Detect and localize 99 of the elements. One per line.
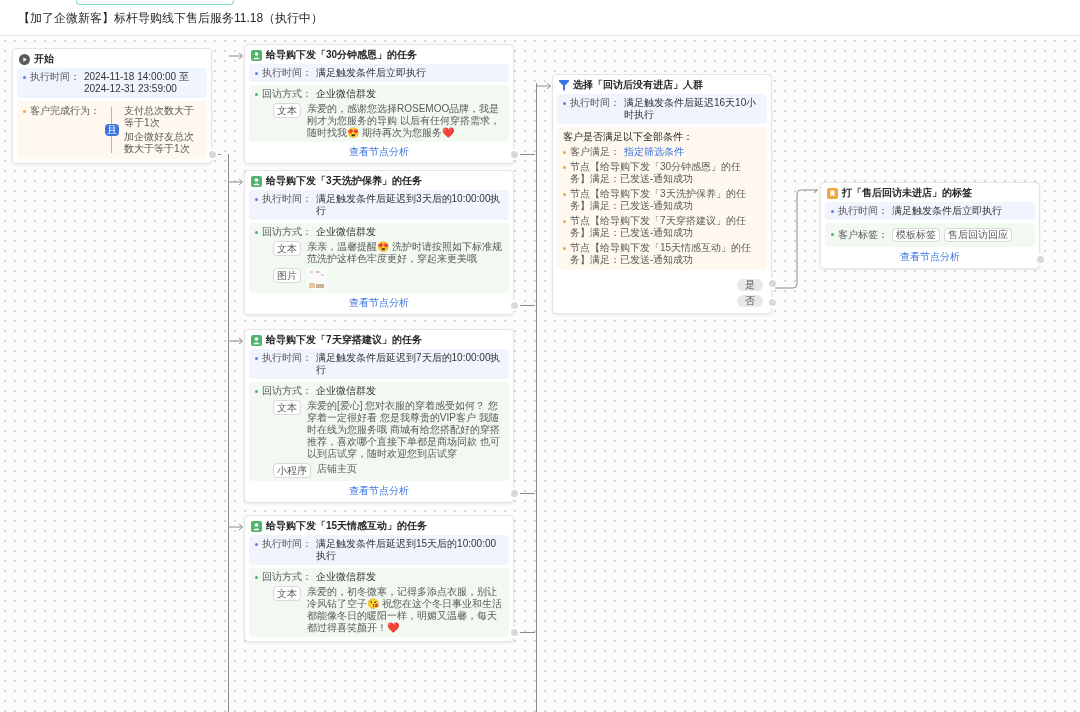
content-type-tag: 文本 [273, 103, 301, 118]
output-port[interactable] [509, 149, 520, 160]
person-icon [251, 334, 262, 346]
node-analysis-link[interactable]: 查看节点分析 [900, 250, 960, 264]
condition-text: 支付总次数大于等于1次 [124, 105, 195, 129]
field-value: 满足触发条件后立即执行 [316, 67, 426, 79]
message-text: 店铺主页 [317, 463, 357, 476]
customer-tag: 售后回访回应 [944, 228, 1012, 242]
output-port[interactable] [767, 297, 778, 308]
bullet-icon [563, 247, 566, 250]
person-icon [251, 175, 262, 187]
field-label: 执行时间： [570, 97, 620, 110]
node-title: 给导购下发「3天洗护保养」的任务 [266, 175, 422, 187]
node-title: 选择「回访后没有进店」人群 [573, 79, 703, 91]
condition-text: 加企微好友总次数大于等于1次 [124, 131, 195, 155]
bullet-icon [255, 390, 258, 393]
field-label: 回访方式： [262, 571, 312, 583]
field-value: 满足触发条件后延迟到3天后的10:00:00执行 [316, 193, 502, 217]
node-title: 打「售后回访未进店」的标签 [842, 187, 972, 199]
connector-arrow [537, 82, 552, 90]
bullet-icon [255, 357, 258, 360]
branch-pill[interactable]: 否 [737, 295, 763, 307]
content-type-tag: 文本 [273, 241, 301, 256]
field-value: 企业微信群发 [316, 88, 376, 100]
branch-pill[interactable]: 是 [737, 279, 763, 291]
field-label: 回访方式： [262, 226, 312, 238]
field-value: 满足触发条件后延迟到15天后的10:00:00执行 [316, 538, 498, 562]
content-type-tag: 文本 [273, 400, 301, 415]
node-analysis-link[interactable]: 查看节点分析 [349, 145, 409, 159]
output-port[interactable] [207, 149, 218, 160]
field-value: 满足触发条件后延迟16天10小时执行 [624, 97, 758, 121]
connector-arrow [229, 523, 244, 531]
bullet-icon [23, 110, 26, 113]
bullet-icon [255, 72, 258, 75]
output-port[interactable] [767, 278, 778, 289]
field-label: 执行时间： [262, 352, 312, 365]
output-port[interactable] [509, 627, 520, 638]
message-text: 亲爱的，感谢您选择ROSEMOO品牌，我是刚才为您服务的导购 以后有任何穿搭需求，随时找我😍 期待再次为您服务❤ [307, 103, 501, 139]
output-port[interactable] [509, 488, 520, 499]
page-title: 【加了企微新客】标杆导购线下售后服务11.18（执行中） [18, 11, 324, 24]
person-icon [251, 49, 262, 61]
node-title: 给导购下发「30分钟感恩」的任务 [266, 49, 418, 61]
play-icon [19, 53, 30, 65]
message-text: 亲爱的[爱心] 您对衣服的穿着感受如何？ 您穿着一定很好看 您是我尊贵的VIP客户 我随时在线为您服务哦 商城有给您搭配好的穿搭推荐，喜欢哪个直接下单都是商场同款 也可以到店试穿，随时欢迎您到店试穿 [307, 400, 501, 460]
node-title: 开始 [34, 53, 54, 65]
bullet-icon [563, 220, 566, 223]
field-label: 客户标签： [838, 229, 888, 241]
bullet-icon [255, 93, 258, 96]
person-icon [251, 520, 262, 532]
bookmark-icon [827, 187, 838, 199]
field-label: 执行时间： [838, 205, 888, 217]
field-label: 执行时间： [262, 538, 312, 551]
connector-arrow [229, 178, 244, 186]
connector-arrow [229, 337, 244, 345]
node-title: 给导购下发「7天穿搭建议」的任务 [266, 334, 422, 346]
condition-heading: 客户是否满足以下全部条件： [563, 131, 694, 143]
content-type-tag: 小程序 [273, 463, 311, 478]
condition-text: 节点【给导购下发「15天情感互动」的任务】满足：已发送-通知成功 [570, 242, 753, 266]
bullet-icon [255, 576, 258, 579]
field-value: 企业微信群发 [316, 571, 376, 583]
condition-text: 节点【给导购下发「3天洗护保养」的任务】满足：已发送-通知成功 [570, 188, 747, 212]
condition-text: 节点【给导购下发「30分钟感恩」的任务】满足：已发送-通知成功 [570, 161, 743, 185]
field-label: 执行时间： [262, 67, 312, 79]
output-port[interactable] [509, 300, 520, 311]
bullet-icon [563, 193, 566, 196]
field-label: 回访方式： [262, 88, 312, 100]
logic-badge[interactable]: 且 [105, 124, 119, 136]
field-value: 2024-11-18 14:00:00 至 2024-12-31 23:59:00 [84, 71, 190, 95]
node-analysis-link[interactable]: 查看节点分析 [349, 296, 409, 310]
condition-text: 客户满足： [570, 146, 620, 158]
field-value: 企业微信群发 [316, 385, 376, 397]
bullet-icon [831, 233, 834, 236]
field-value: 企业微信群发 [316, 226, 376, 238]
customer-tag: 模板标签 [892, 228, 940, 242]
bullet-icon [255, 198, 258, 201]
node-analysis-link[interactable]: 查看节点分析 [349, 484, 409, 498]
connector-arrow [229, 52, 244, 60]
message-text: 亲亲，温馨提醒😍 洗护时请按照如下标准规范洗护这样色牢度更好，穿起来更美哦 [307, 241, 503, 265]
field-label: 客户完成行为： [30, 105, 100, 118]
bullet-icon [563, 151, 566, 154]
content-type-tag: 文本 [273, 586, 301, 601]
field-label: 执行时间： [262, 193, 312, 206]
funnel-icon [559, 79, 569, 91]
bullet-icon [563, 102, 566, 105]
content-type-tag: 图片 [273, 268, 301, 283]
bullet-icon [255, 543, 258, 546]
node-title: 给导购下发「15天情感互动」的任务 [266, 520, 428, 532]
filter-condition-link[interactable]: 指定筛选条件 [624, 146, 684, 158]
field-value: 满足触发条件后延迟到7天后的10:00:00执行 [316, 352, 502, 376]
field-value: 满足触发条件后立即执行 [892, 205, 1002, 217]
message-text: 亲爱的，初冬微寒，记得多添点衣服，别让冷风钻了空子😘 祝您在这个冬日事业和生活都能像冬日的暖阳一样，明媚又温馨，每天都过得喜笑颜开！❤ [307, 586, 503, 634]
output-port[interactable] [1035, 254, 1046, 265]
field-label: 执行时间： [30, 71, 80, 84]
condition-text: 节点【给导购下发「7天穿搭建议」的任务】满足：已发送-通知成功 [570, 215, 747, 239]
bullet-icon [255, 231, 258, 234]
field-label: 回访方式： [262, 385, 312, 397]
bullet-icon [831, 210, 834, 213]
bullet-icon [23, 76, 26, 79]
bullet-icon [563, 166, 566, 169]
